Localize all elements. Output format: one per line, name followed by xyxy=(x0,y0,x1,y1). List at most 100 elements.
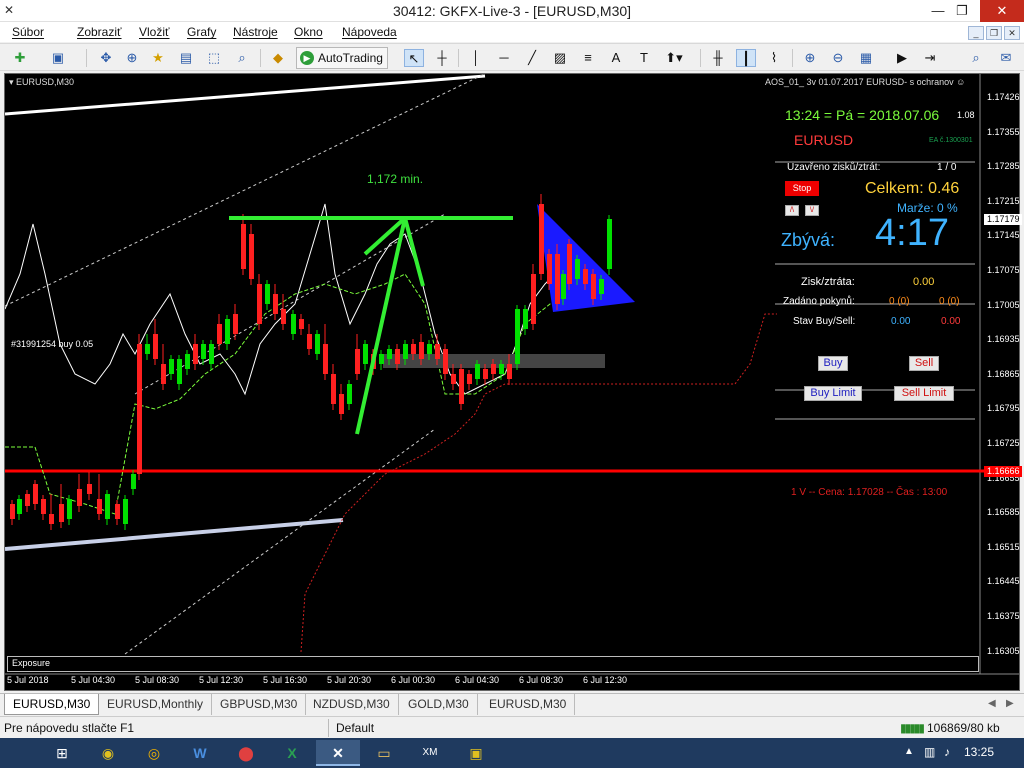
menu-view[interactable]: Zobraziť xyxy=(77,25,122,39)
chrome-icon[interactable]: ◎ xyxy=(132,740,176,766)
menu-charts[interactable]: Grafy xyxy=(187,25,216,39)
arrow-down-button[interactable]: \/ xyxy=(805,205,819,216)
taskbar-app-3-icon[interactable]: ▣ xyxy=(454,740,498,766)
terminal-icon[interactable]: ▤ xyxy=(176,49,196,67)
zoom-window-icon[interactable]: ⌕ xyxy=(232,49,252,67)
chart-area[interactable]: ▾ EURUSD,M30 AOS_01_ 3v 01.07.2017 EURUS… xyxy=(4,73,1022,691)
indicator-label: AOS_01_ 3v 01.07.2017 EURUSD- s ochranov… xyxy=(765,77,966,87)
fibonacci-icon[interactable]: ≡ xyxy=(578,49,598,67)
excel-icon[interactable]: X xyxy=(270,740,314,766)
price-tick-label: 1.16375 xyxy=(987,611,1020,621)
metaeditor-icon[interactable]: ◆ xyxy=(268,49,288,67)
price-tick-label: 1.16935 xyxy=(987,334,1020,345)
mdi-restore-button[interactable]: ❐ xyxy=(986,26,1002,40)
zoom-in-icon[interactable]: ⊕ xyxy=(800,49,820,67)
xm-icon[interactable]: XM xyxy=(408,740,452,766)
tab-nzdusd-m30[interactable]: NZDUSD,M30 xyxy=(305,694,399,715)
trendline-icon[interactable]: ╱ xyxy=(522,49,542,67)
file-explorer-icon[interactable]: ▭ xyxy=(362,740,406,766)
crosshair-icon[interactable]: ┼ xyxy=(432,49,452,67)
chat-icon[interactable]: ✉ xyxy=(996,49,1016,67)
menu-insert[interactable]: Vložiť xyxy=(139,25,170,39)
menu-window[interactable]: Okno xyxy=(294,25,323,39)
horizontal-line-icon[interactable]: ─ xyxy=(494,49,514,67)
candlestick-icon[interactable]: ┃ xyxy=(736,49,756,67)
tester-icon[interactable]: ⬚ xyxy=(204,49,224,67)
tab-eurusd-m30-2[interactable]: EURUSD,M30 xyxy=(481,694,576,715)
search-icon[interactable]: ⌕ xyxy=(966,49,986,67)
tab-scroll-left-icon[interactable]: ◀ xyxy=(988,698,996,709)
tab-eurusd-monthly[interactable]: EURUSD,Monthly xyxy=(99,694,213,715)
autotrading-button[interactable]: ▶ AutoTrading xyxy=(296,47,388,69)
tab-eurusd-m30[interactable]: EURUSD,M30 xyxy=(4,694,100,715)
toolbar-separator xyxy=(260,49,261,67)
bear-candle xyxy=(49,514,54,524)
sell-limit-button[interactable]: Sell Limit xyxy=(894,386,954,401)
bear-candle xyxy=(87,484,92,494)
data-window-icon[interactable]: ⊕ xyxy=(122,49,142,67)
price-tick-label: 1.17426 xyxy=(987,92,1020,102)
arrow-up-button[interactable]: /\ xyxy=(785,205,799,216)
word-icon[interactable]: W xyxy=(178,740,222,766)
close-button[interactable]: ✕ xyxy=(980,0,1024,22)
bar-chart-icon[interactable]: ╫ xyxy=(708,49,728,67)
text-icon[interactable]: A xyxy=(606,49,626,67)
arrows-dropdown-icon[interactable]: ⬆▾ xyxy=(664,49,684,67)
bear-candle xyxy=(531,274,536,324)
line-chart-icon[interactable]: ⌇ xyxy=(764,49,784,67)
bull-candle xyxy=(177,359,182,384)
bear-candle xyxy=(395,349,400,364)
menu-help[interactable]: Nápoveda xyxy=(342,25,397,39)
bear-candle xyxy=(25,494,30,506)
profiles-icon[interactable]: ▣ xyxy=(48,49,68,67)
mdi-close-button[interactable]: ✕ xyxy=(1004,26,1020,40)
tab-gbpusd-m30[interactable]: GBPUSD,M30 xyxy=(212,694,307,715)
taskbar-app-2-icon[interactable]: ⬤ xyxy=(224,740,268,766)
bear-candle xyxy=(153,334,158,359)
maximize-button[interactable]: ❐ xyxy=(944,0,980,22)
state-label: Stav Buy/Sell: xyxy=(793,316,856,327)
network-icon[interactable]: ▥ xyxy=(924,745,935,759)
price-tick-label: 1.17215 xyxy=(987,195,1020,206)
vertical-line-icon[interactable]: │ xyxy=(466,49,486,67)
channel-dashed-lower xyxy=(124,428,436,655)
bear-candle xyxy=(217,324,222,344)
tab-gold-m30[interactable]: GOLD,M30 xyxy=(400,694,478,715)
orders-buy: 0 (0) xyxy=(889,296,910,307)
tab-scroll-right-icon[interactable]: ▶ xyxy=(1006,698,1014,709)
bear-candle xyxy=(339,394,344,414)
status-bar: Pre nápovedu stlačte F1 Default ▮▮▮▮▮ 10… xyxy=(0,716,1024,738)
remaining-value: 4:17 xyxy=(875,212,949,254)
profit-value: 0.00 xyxy=(913,276,935,288)
tray-expand-icon[interactable]: ▲ xyxy=(904,746,914,757)
price-tick-label: 1.16305 xyxy=(987,645,1020,656)
navigator-icon[interactable]: ★ xyxy=(148,49,168,67)
menu-tools[interactable]: Nástroje xyxy=(233,25,278,39)
symbol-label: ▾ EURUSD,M30 xyxy=(9,77,75,87)
bull-candle xyxy=(17,499,22,514)
autoscroll-icon[interactable]: ▶ xyxy=(892,49,912,67)
volume-icon[interactable]: ♪ xyxy=(944,745,950,759)
market-watch-icon[interactable]: ✥ xyxy=(96,49,116,67)
upper-trendline xyxy=(5,74,486,116)
taskbar-app-1-icon[interactable]: ◉ xyxy=(86,740,130,766)
bull-candle xyxy=(523,309,528,329)
start-icon[interactable]: ⊞ xyxy=(40,740,84,766)
tile-windows-icon[interactable]: ▦ xyxy=(856,49,876,67)
menu-file[interactable]: Súbor xyxy=(12,25,44,39)
chart-shift-icon[interactable]: ⇥ xyxy=(920,49,940,67)
stop-button[interactable]: Stop xyxy=(785,181,819,196)
buy-limit-button[interactable]: Buy Limit xyxy=(804,386,862,401)
channel-icon[interactable]: ▨ xyxy=(550,49,570,67)
metatrader-icon[interactable]: ✕ xyxy=(316,740,360,766)
zoom-out-icon[interactable]: ⊖ xyxy=(828,49,848,67)
text-label-icon[interactable]: T xyxy=(634,49,654,67)
buy-button[interactable]: Buy xyxy=(818,356,848,371)
mdi-minimize-button[interactable]: _ xyxy=(968,26,984,40)
sell-button[interactable]: Sell xyxy=(909,356,939,371)
bear-candle xyxy=(567,244,572,284)
price-tick-label: 1.17075 xyxy=(987,265,1020,275)
cursor-icon[interactable]: ↖ xyxy=(404,49,424,67)
new-chart-icon[interactable]: ✚ xyxy=(10,49,30,67)
price-tick-label: 1.16515 xyxy=(987,541,1020,552)
